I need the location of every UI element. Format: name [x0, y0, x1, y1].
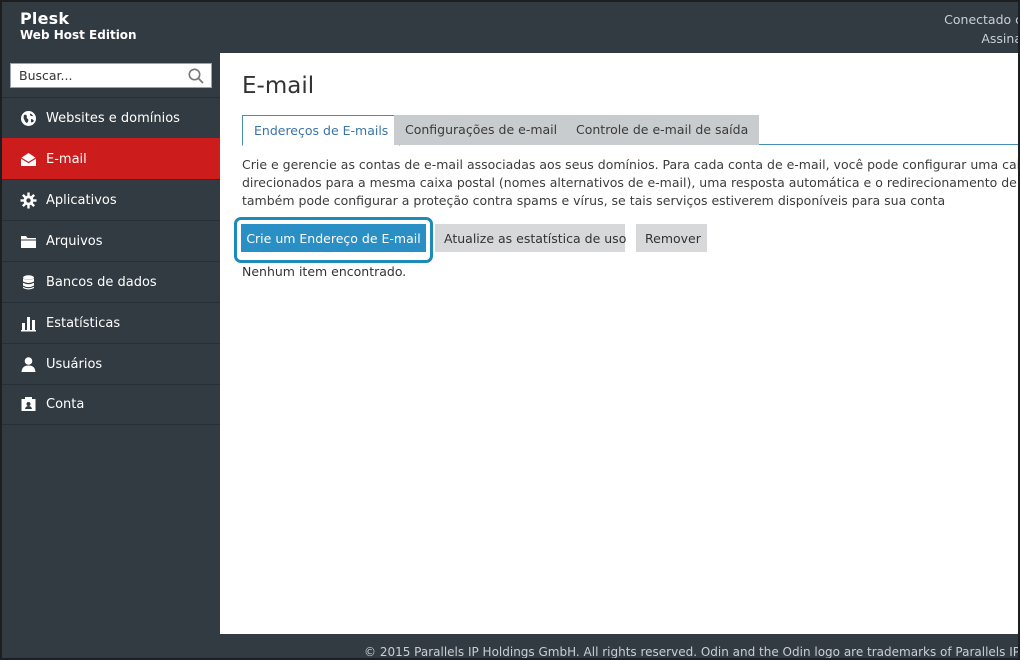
envelope-icon: [20, 151, 37, 168]
search-box: [10, 63, 212, 88]
sidebar-item-websites[interactable]: Websites e domínios: [2, 97, 220, 138]
description-line: também pode configurar a proteção contra…: [242, 193, 946, 208]
create-email-address-button[interactable]: Crie um Endereço de E-mail: [241, 224, 426, 252]
sidebar-item-label: Conta: [46, 397, 85, 412]
top-header: Plesk Web Host Edition Conectado c Assin…: [2, 2, 1020, 53]
main-content: E-mail Endereços de E-mails Configuraçõe…: [220, 53, 1020, 634]
sidebar-item-label: Usuários: [46, 356, 103, 372]
sidebar-item-label: Aplicativos: [46, 192, 117, 208]
gear-icon: [20, 192, 37, 209]
page-description: Crie e gerencie as contas de e-mail asso…: [242, 156, 1020, 210]
account-info: Conectado c Assina: [944, 10, 1020, 48]
update-usage-stats-button[interactable]: Atualize as estatística de uso: [435, 224, 626, 252]
empty-list-message: Nenhum item encontrado.: [242, 264, 407, 279]
sidebar-item-label: Arquivos: [46, 233, 103, 249]
sidebar-item-statistics[interactable]: Estatísticas: [2, 302, 220, 343]
sidebar: Websites e domínios E-mail Aplicativos A…: [2, 53, 220, 658]
account-icon: [20, 396, 37, 413]
remove-button[interactable]: Remover: [636, 224, 707, 252]
tab-email-settings[interactable]: Configurações de e-mail: [394, 115, 569, 145]
sidebar-item-files[interactable]: Arquivos: [2, 220, 220, 261]
sidebar-item-label: Estatísticas: [46, 315, 121, 331]
sidebar-item-databases[interactable]: Bancos de dados: [2, 261, 220, 302]
sidebar-item-label: Websites e domínios: [46, 110, 180, 126]
footer: © 2015 Parallels IP Holdings GmbH. All r…: [220, 634, 1018, 658]
brand-edition: Web Host Edition: [20, 28, 137, 42]
description-line: direcionados para a mesma caixa postal (…: [242, 175, 1020, 190]
page-title: E-mail: [242, 73, 315, 99]
search-icon[interactable]: [187, 67, 205, 85]
app-window: Plesk Web Host Edition Conectado c Assin…: [0, 0, 1020, 660]
tab-bar: Endereços de E-mails Configurações de e-…: [242, 115, 1018, 146]
brand-logo[interactable]: Plesk Web Host Edition: [20, 10, 137, 43]
user-icon: [20, 356, 37, 373]
folder-icon: [20, 233, 37, 250]
account-line-connected: Conectado c: [944, 12, 1020, 27]
sidebar-item-label: E-mail: [46, 151, 87, 167]
sidebar-item-users[interactable]: Usuários: [2, 343, 220, 384]
description-line: Crie e gerencie as contas de e-mail asso…: [242, 157, 1020, 172]
sidebar-nav: Websites e domínios E-mail Aplicativos A…: [2, 97, 220, 425]
brand-name: Plesk: [20, 9, 70, 28]
database-icon: [20, 274, 37, 291]
tab-outgoing-mail-control[interactable]: Controle de e-mail de saída: [565, 115, 760, 145]
sidebar-item-account[interactable]: Conta: [2, 384, 220, 425]
sidebar-item-email[interactable]: E-mail: [2, 138, 220, 179]
sidebar-item-label: Bancos de dados: [46, 274, 157, 290]
account-line-subscription[interactable]: Assina: [944, 29, 1018, 48]
tab-email-addresses[interactable]: Endereços de E-mails: [242, 115, 401, 146]
sidebar-item-applications[interactable]: Aplicativos: [2, 179, 220, 220]
search-input[interactable]: [11, 64, 181, 87]
bar-chart-icon: [20, 315, 37, 332]
globe-icon: [20, 110, 37, 127]
